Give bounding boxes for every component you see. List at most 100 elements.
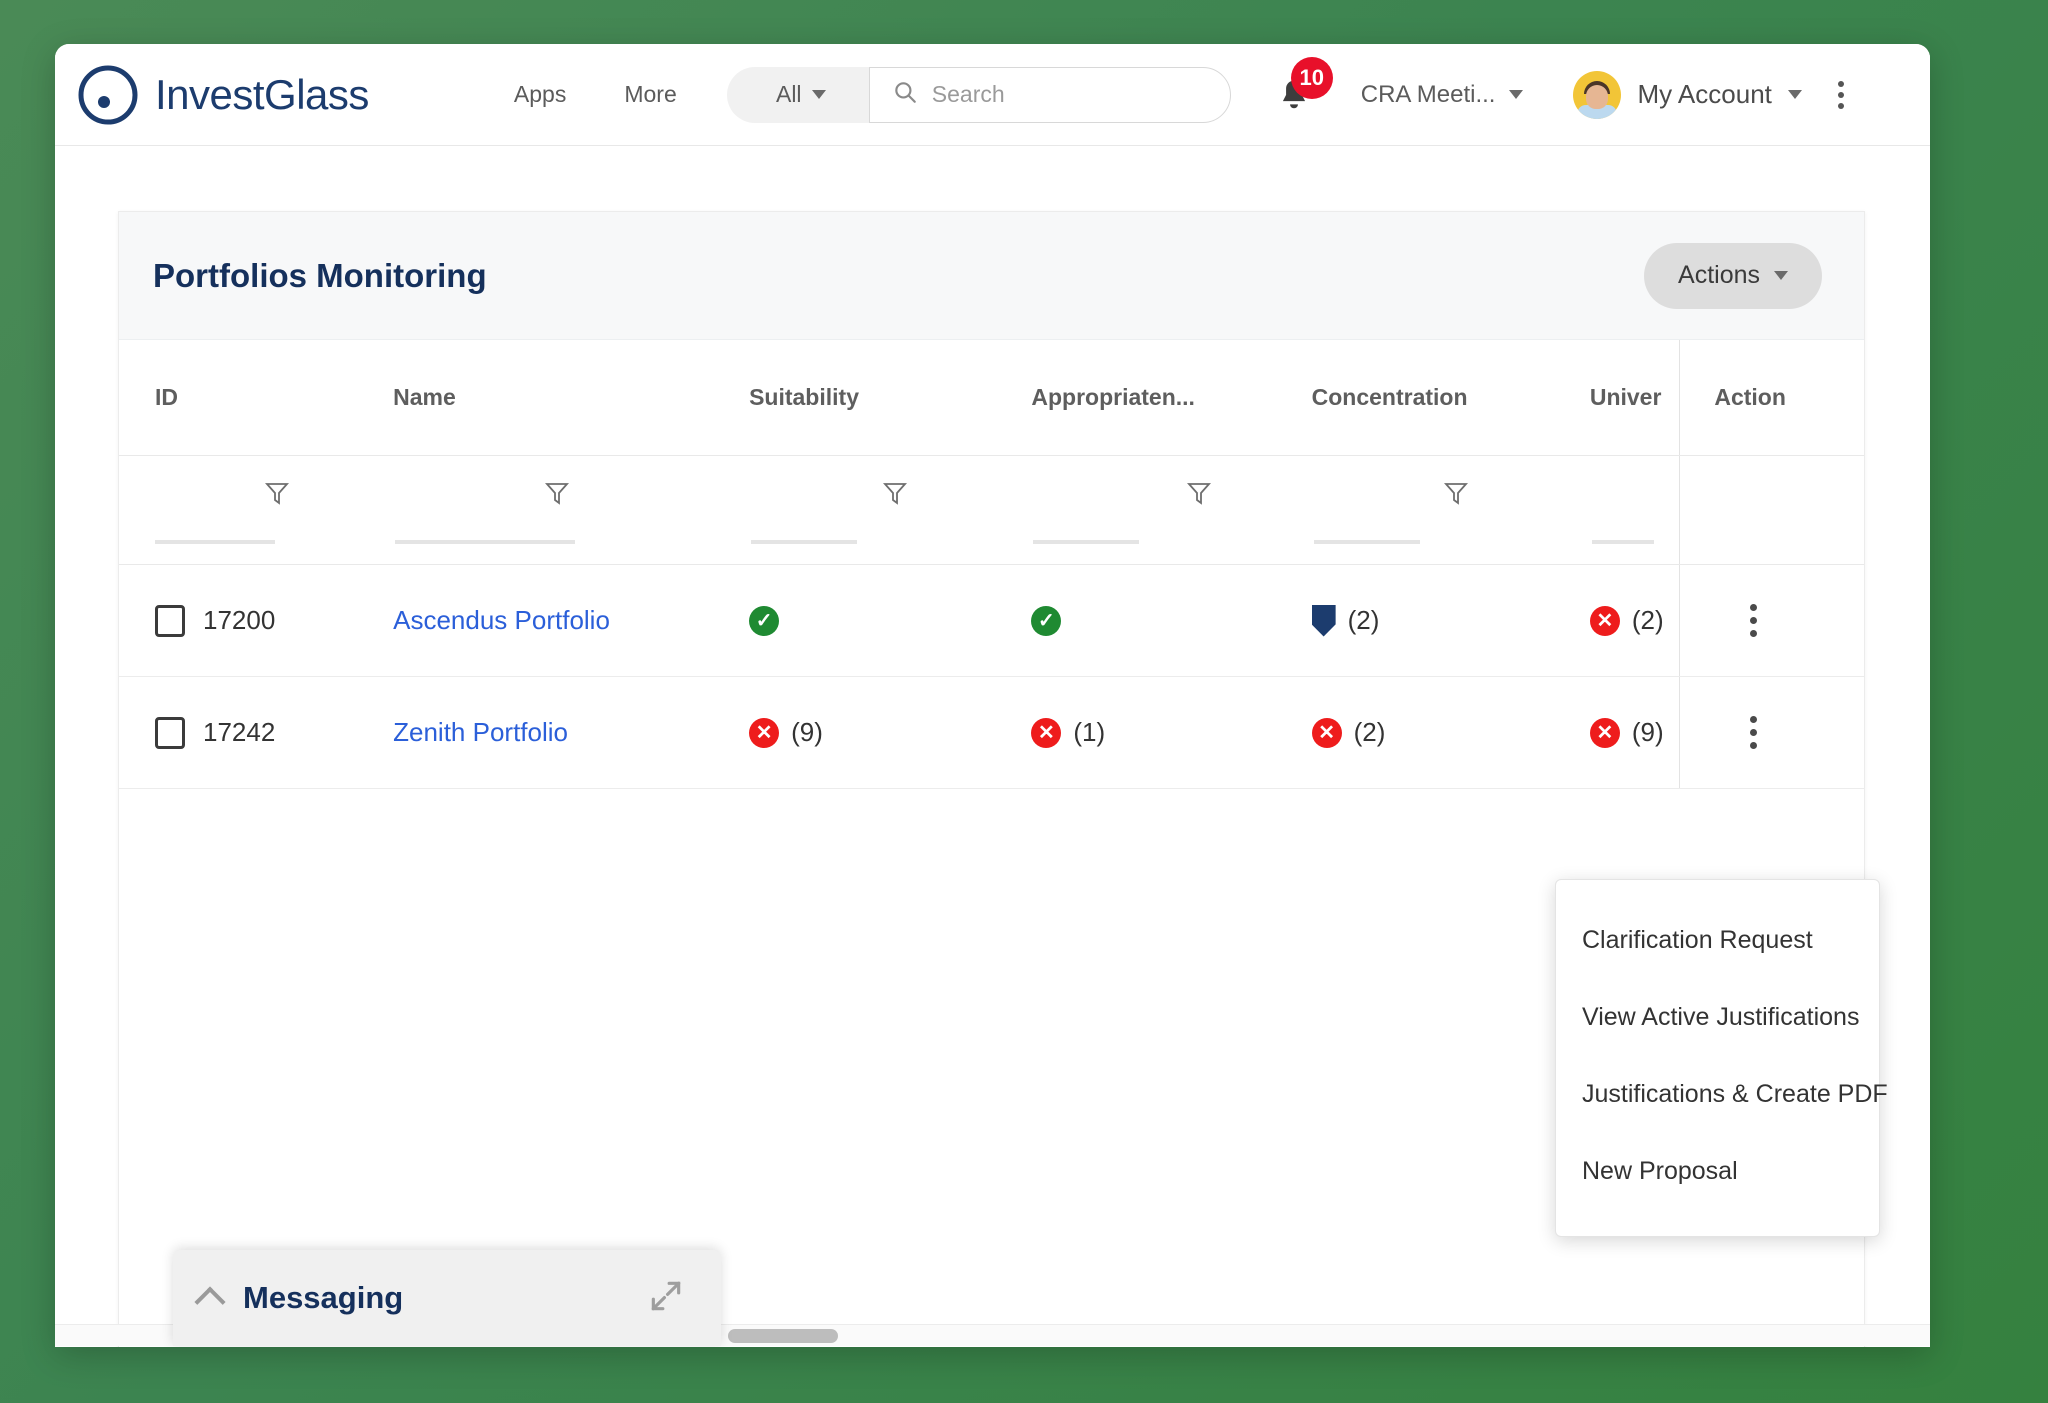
error-circle-icon: ✕	[1312, 718, 1342, 748]
nav-link-more[interactable]: More	[624, 81, 676, 108]
menu-item-justifications-create-pdf[interactable]: Justifications & Create PDF	[1556, 1056, 1879, 1133]
concentration-count: (2)	[1354, 717, 1386, 748]
cell-name: Ascendus Portfolio	[393, 565, 749, 677]
account-label: My Account	[1637, 79, 1771, 110]
actions-button[interactable]: Actions	[1644, 243, 1822, 309]
cell-appropriateness: ✕ (1)	[1031, 677, 1311, 789]
funnel-icon[interactable]	[1444, 480, 1468, 513]
chevron-down-icon	[1774, 271, 1788, 280]
cell-action	[1680, 677, 1864, 789]
universe-count: (2)	[1632, 605, 1664, 636]
brand-name: InvestGlass	[155, 71, 369, 119]
cell-id: 17242	[119, 677, 393, 789]
column-header-id[interactable]: ID	[119, 340, 393, 456]
meeting-selector[interactable]: CRA Meeti...	[1361, 81, 1524, 109]
table-filter-row	[119, 456, 1864, 565]
concentration-count: (2)	[1348, 605, 1380, 636]
row-id-value: 17242	[203, 717, 275, 748]
cell-suitability: ✓	[749, 565, 1031, 677]
search-box[interactable]	[869, 67, 1231, 123]
suitability-count: (9)	[791, 717, 823, 748]
column-header-concentration[interactable]: Concentration	[1312, 340, 1590, 456]
universe-count: (9)	[1632, 717, 1664, 748]
filter-cell-suitability	[749, 456, 1031, 565]
menu-item-view-active-justifications[interactable]: View Active Justifications	[1556, 979, 1879, 1056]
expand-diagonal-icon[interactable]	[647, 1277, 685, 1320]
brand-logo[interactable]: InvestGlass	[55, 64, 369, 126]
filter-cell-appropriateness	[1031, 456, 1311, 565]
portfolio-name-link[interactable]: Zenith Portfolio	[393, 717, 568, 747]
cell-id: 17200	[119, 565, 393, 677]
funnel-icon[interactable]	[265, 480, 289, 513]
account-menu[interactable]: My Account	[1573, 71, 1801, 119]
table-row[interactable]: 17200 Ascendus Portfolio ✓	[119, 565, 1864, 677]
search-input[interactable]	[932, 81, 1192, 108]
cell-name: Zenith Portfolio	[393, 677, 749, 789]
error-circle-icon: ✕	[1590, 718, 1620, 748]
card-header: Portfolios Monitoring Actions	[119, 212, 1864, 340]
error-circle-icon: ✕	[749, 718, 779, 748]
funnel-icon[interactable]	[1187, 480, 1211, 513]
row-context-menu: Clarification Request View Active Justif…	[1555, 879, 1880, 1237]
cell-action	[1680, 565, 1864, 677]
user-avatar	[1573, 71, 1621, 119]
cell-universe: ✕ (2)	[1590, 565, 1680, 677]
chevron-down-icon	[1509, 90, 1523, 99]
shield-icon	[1312, 605, 1336, 637]
browser-window: InvestGlass Apps More All	[55, 44, 1930, 1347]
chevron-down-icon	[1788, 90, 1802, 99]
menu-item-clarification-request[interactable]: Clarification Request	[1556, 902, 1879, 979]
appropriateness-count: (1)	[1073, 717, 1105, 748]
top-navigation-bar: InvestGlass Apps More All	[55, 44, 1930, 146]
row-checkbox[interactable]	[155, 605, 185, 637]
column-header-universe[interactable]: Univer	[1590, 340, 1680, 456]
cell-concentration: (2)	[1312, 565, 1590, 677]
meeting-selector-label: CRA Meeti...	[1361, 81, 1496, 109]
search-scope-selector[interactable]: All	[727, 67, 875, 123]
table-row[interactable]: 17242 Zenith Portfolio ✕ (9)	[119, 677, 1864, 789]
horizontal-scrollbar-thumb[interactable]	[728, 1329, 838, 1343]
messaging-title: Messaging	[243, 1280, 403, 1316]
filter-cell-id	[119, 456, 393, 565]
page-title: Portfolios Monitoring	[153, 257, 487, 295]
messaging-dock[interactable]: Messaging	[173, 1250, 721, 1346]
portfolio-name-link[interactable]: Ascendus Portfolio	[393, 605, 610, 635]
column-header-appropriateness[interactable]: Appropriaten...	[1031, 340, 1311, 456]
table-header: ID Name Suitability Appropriaten... Conc…	[119, 340, 1864, 456]
actions-button-label: Actions	[1678, 261, 1760, 290]
check-circle-icon: ✓	[749, 606, 779, 636]
row-id-value: 17200	[203, 605, 275, 636]
investglass-circle-logo	[77, 64, 139, 126]
cell-universe: ✕ (9)	[1590, 677, 1680, 789]
kebab-menu-icon[interactable]	[1748, 604, 1758, 637]
cell-concentration: ✕ (2)	[1312, 677, 1590, 789]
filter-cell-name	[393, 456, 749, 565]
funnel-icon[interactable]	[883, 480, 907, 513]
kebab-menu-icon[interactable]	[1838, 81, 1844, 109]
funnel-icon[interactable]	[545, 480, 569, 513]
notifications-bell[interactable]: 10	[1275, 69, 1319, 121]
portfolios-table: ID Name Suitability Appropriaten... Conc…	[119, 340, 1864, 789]
error-circle-icon: ✕	[1031, 718, 1061, 748]
column-header-action: Action	[1680, 340, 1864, 456]
search-scope-label: All	[776, 81, 802, 108]
row-checkbox[interactable]	[155, 717, 185, 749]
page-body: Portfolios Monitoring Actions ID Name Su…	[55, 146, 1930, 1346]
bell-icon	[1275, 106, 1313, 123]
check-circle-icon: ✓	[1031, 606, 1061, 636]
column-header-suitability[interactable]: Suitability	[749, 340, 1031, 456]
error-circle-icon: ✕	[1590, 606, 1620, 636]
menu-item-new-proposal[interactable]: New Proposal	[1556, 1133, 1879, 1210]
kebab-menu-icon[interactable]	[1748, 716, 1758, 749]
filter-cell-universe	[1590, 456, 1680, 565]
column-header-name[interactable]: Name	[393, 340, 749, 456]
chevron-down-icon	[812, 90, 826, 99]
chevron-up-icon[interactable]	[194, 1286, 225, 1317]
cell-suitability: ✕ (9)	[749, 677, 1031, 789]
primary-nav-links: Apps More	[514, 81, 677, 108]
filter-cell-concentration	[1312, 456, 1590, 565]
cell-appropriateness: ✓	[1031, 565, 1311, 677]
filter-cell-action	[1680, 456, 1864, 565]
nav-link-apps[interactable]: Apps	[514, 81, 566, 108]
notification-count-badge: 10	[1291, 57, 1333, 99]
